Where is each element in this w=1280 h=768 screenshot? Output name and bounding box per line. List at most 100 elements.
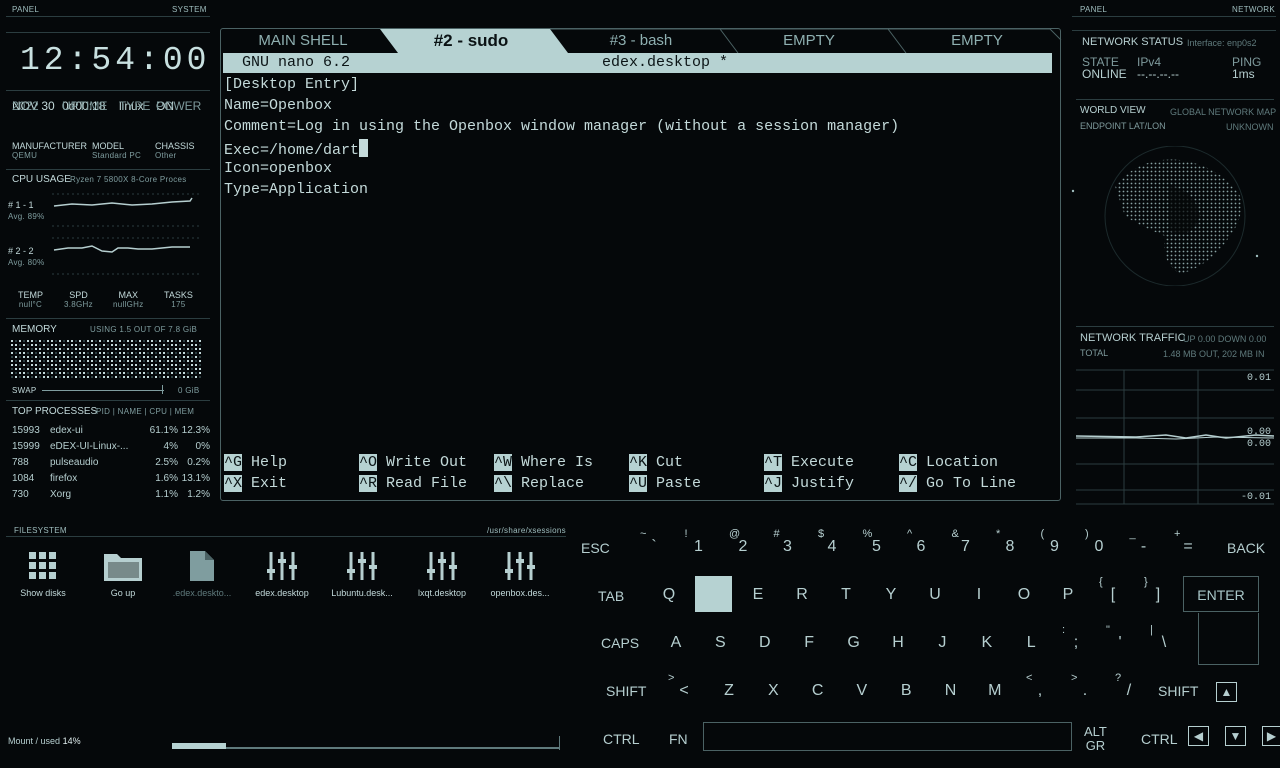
key-bracket-0[interactable]: [ [1101, 586, 1125, 604]
fs-item-lubuntu-desktop[interactable]: Lubuntu.desk... [326, 548, 398, 598]
key-row3-8[interactable]: L [1019, 634, 1043, 652]
key-enter-lower[interactable] [1198, 613, 1259, 665]
tab-main-shell[interactable]: MAIN SHELL [228, 29, 378, 52]
key-row4-3[interactable]: V [850, 682, 874, 700]
key-row2-6[interactable]: U [923, 586, 947, 604]
key-row1-12[interactable]: = [1176, 538, 1200, 556]
fs-item-edex-desktop[interactable]: edex.desktop [246, 548, 318, 598]
key-bracket-1[interactable]: ] [1146, 586, 1170, 604]
key-row1-0[interactable]: ` [642, 538, 666, 556]
shortcut-cut[interactable]: ^K Cut [629, 454, 683, 471]
key-row4-6[interactable]: M [983, 682, 1007, 700]
key-row4-extra-0[interactable]: , [1028, 682, 1052, 700]
key-row3-extra-1[interactable]: ' [1108, 634, 1132, 652]
key-shift-left[interactable]: SHIFT [606, 683, 646, 699]
key-fn[interactable]: FN [669, 731, 688, 747]
key-row3-5[interactable]: H [886, 634, 910, 652]
key-row1-7[interactable]: 7 [954, 538, 978, 556]
shortcut-where-is[interactable]: ^W Where Is [494, 454, 593, 471]
editor-line[interactable]: [Desktop Entry] [224, 76, 359, 93]
editor-line[interactable]: Comment=Log in using the Openbox window … [224, 118, 899, 135]
tab-empty-2[interactable]: EMPTY [902, 29, 1052, 52]
key-enter[interactable]: ENTER [1183, 576, 1259, 612]
key-row2-3[interactable]: R [790, 586, 814, 604]
key-row3-1[interactable]: S [708, 634, 732, 652]
process-row[interactable]: 730 Xorg 1.1% 1.2% [12, 489, 210, 500]
key-row4-5[interactable]: N [939, 682, 963, 700]
process-row[interactable]: 1084 firefox 1.6% 13.1% [12, 473, 210, 484]
key-row1-8[interactable]: 8 [998, 538, 1022, 556]
key-row3-extra-0[interactable]: ; [1064, 634, 1088, 652]
shortcut-go-to-line[interactable]: ^/Go To Line [899, 475, 1016, 492]
tab-empty-1[interactable]: EMPTY [734, 29, 884, 52]
key-row1-6[interactable]: 6 [909, 538, 933, 556]
key-row2-9[interactable]: P [1056, 586, 1080, 604]
shortcut-execute[interactable]: ^T Execute [764, 454, 854, 471]
arrow-down-icon[interactable]: ▼ [1225, 726, 1246, 746]
key-row1-4[interactable]: 4 [820, 538, 844, 556]
shortcut-location[interactable]: ^C Location [899, 454, 998, 471]
shortcut-justify[interactable]: ^J Justify [764, 475, 854, 492]
arrow-right-icon[interactable]: ▶ [1262, 726, 1280, 746]
arrow-left-icon[interactable]: ◀ [1188, 726, 1209, 746]
editor-line[interactable]: Type=Application [224, 181, 368, 198]
shortcut-help[interactable]: ^G Help [224, 454, 287, 471]
tab-bash[interactable]: #3 - bash [566, 29, 716, 52]
key-row4-extra-2[interactable]: / [1117, 682, 1141, 700]
fs-item-go-up[interactable]: Go up [87, 548, 159, 598]
key-back[interactable]: BACK [1227, 540, 1265, 556]
key-row1-9[interactable]: 9 [1043, 538, 1067, 556]
key-row3-4[interactable]: G [842, 634, 866, 652]
key-row3-2[interactable]: D [753, 634, 777, 652]
key-row2-8[interactable]: O [1012, 586, 1036, 604]
process-row[interactable]: 15993 edex-ui 61.1% 12.3% [12, 425, 210, 436]
fs-item-openbox-desktop[interactable]: openbox.des... [484, 548, 556, 598]
shortcut-replace[interactable]: ^\ Replace [494, 475, 584, 492]
fs-item-show-disks[interactable]: Show disks [7, 548, 79, 598]
fs-item-edex-hidden[interactable]: .edex.deskto... [166, 548, 238, 598]
key-row1-11[interactable]: - [1132, 538, 1156, 556]
key-ctrl-left[interactable]: CTRL [603, 731, 640, 747]
shortcut-read-file[interactable]: ^R Read File [359, 475, 467, 492]
fs-item-lxqt-desktop[interactable]: lxqt.desktop [406, 548, 478, 598]
editor-line[interactable]: Icon=openbox [224, 160, 332, 177]
key-row2-2[interactable]: E [746, 586, 770, 604]
editor-line-cursor[interactable]: Exec=/home/dart [224, 139, 369, 159]
key-angle[interactable]: < [672, 682, 696, 700]
key-row1-5[interactable]: 5 [865, 538, 889, 556]
key-row4-extra-1[interactable]: . [1073, 682, 1097, 700]
key-row2-0[interactable]: Q [657, 586, 681, 604]
key-tab[interactable]: TAB [598, 588, 624, 604]
key-caps[interactable]: CAPS [601, 635, 639, 651]
key-w-pressed[interactable] [695, 576, 732, 612]
key-row1-2[interactable]: 2 [731, 538, 755, 556]
editor-line[interactable]: Name=Openbox [224, 97, 332, 114]
shortcut-exit[interactable]: ^X Exit [224, 475, 287, 492]
shortcut-paste[interactable]: ^U Paste [629, 475, 701, 492]
key-row1-3[interactable]: 3 [776, 538, 800, 556]
key-row1-10[interactable]: 0 [1087, 538, 1111, 556]
key-row2-7[interactable]: I [967, 586, 991, 604]
key-row4-0[interactable]: Z [717, 682, 741, 700]
key-row2-5[interactable]: Y [879, 586, 903, 604]
key-row3-3[interactable]: F [797, 634, 821, 652]
key-space[interactable] [703, 722, 1072, 751]
key-row4-1[interactable]: X [761, 682, 785, 700]
shortcut-write-out[interactable]: ^O Write Out [359, 454, 467, 471]
key-row3-7[interactable]: K [975, 634, 999, 652]
key-row2-4[interactable]: T [834, 586, 858, 604]
terminal-window[interactable] [220, 28, 1061, 501]
tab-sudo[interactable]: #2 - sudo [396, 29, 546, 52]
key-shift-right[interactable]: SHIFT [1158, 683, 1198, 699]
key-row3-0[interactable]: A [664, 634, 688, 652]
key-alt-gr[interactable]: ALT GR [1084, 725, 1107, 753]
key-ctrl-right[interactable]: CTRL [1141, 731, 1178, 747]
key-row4-2[interactable]: C [806, 682, 830, 700]
key-row1-1[interactable]: 1 [687, 538, 711, 556]
arrow-up-icon[interactable]: ▲ [1216, 682, 1237, 702]
key-row4-4[interactable]: B [894, 682, 918, 700]
process-row[interactable]: 15999 eDEX-UI-Linux-... 4% 0% [12, 441, 210, 452]
process-row[interactable]: 788 pulseaudio 2.5% 0.2% [12, 457, 210, 468]
key-esc[interactable]: ESC [581, 540, 610, 556]
key-row3-6[interactable]: J [930, 634, 954, 652]
